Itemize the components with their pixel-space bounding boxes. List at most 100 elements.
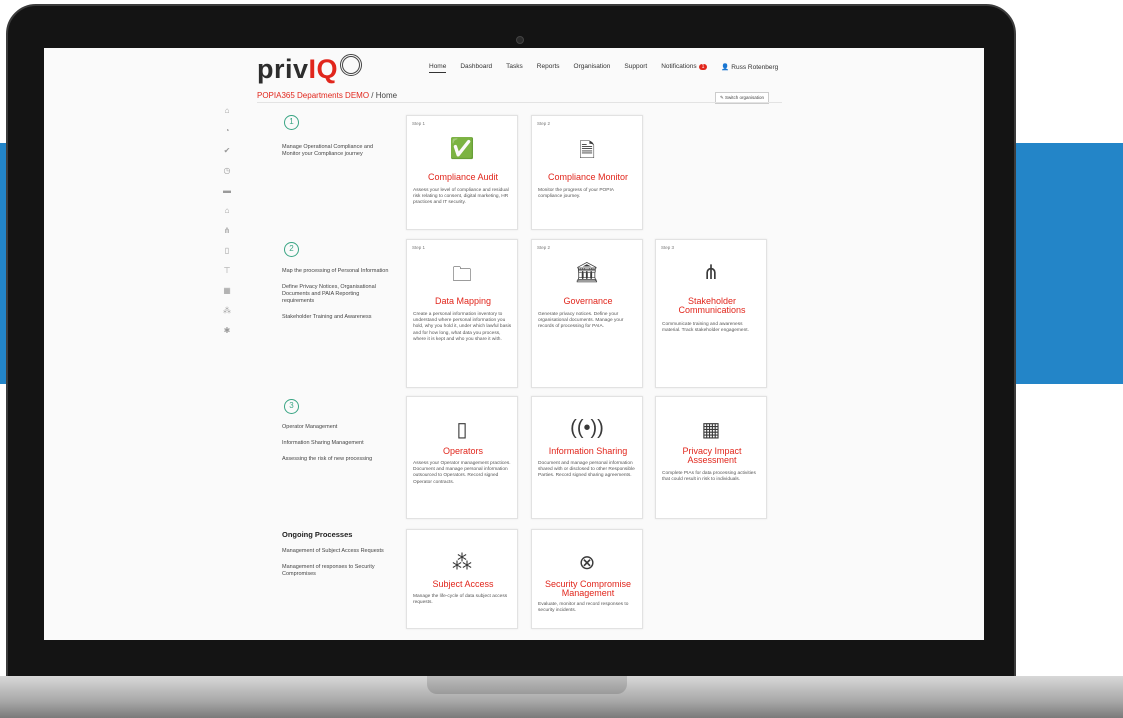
section-1-text: Manage Operational Compliance and Monito… [282, 144, 392, 167]
nav-tasks[interactable]: Tasks [506, 61, 523, 73]
logo-text: priv [257, 54, 309, 84]
broadcast-icon: ((•)) [570, 417, 604, 439]
card-information-sharing[interactable]: ((•)) Information Sharing Document and m… [531, 396, 643, 519]
building-icon[interactable]: ▦ [220, 286, 234, 306]
camera-icon [516, 36, 524, 44]
card-desc: Assess your level of compliance and resi… [413, 188, 509, 206]
sharing-icon[interactable]: ⊤ [220, 266, 234, 286]
breadcrumb-page: Home [375, 91, 398, 100]
nav-dashboard[interactable]: Dashboard [460, 61, 492, 73]
logo-accent: IQ [308, 54, 339, 84]
card-title: Information Sharing [548, 446, 628, 456]
card-desc: Document and manage personal information… [538, 461, 635, 479]
check-circle-icon: ✅ [449, 138, 475, 160]
breadcrumb-org[interactable]: POPIA365 Departments DEMO [257, 91, 369, 100]
card-desc: Create a personal information inventory … [413, 312, 512, 342]
nav-organisation[interactable]: Organisation [574, 61, 611, 73]
operators-icon[interactable]: ▯ [220, 246, 234, 266]
stage: privIQ Home Dashboard Tasks Reports Orga… [0, 0, 1123, 718]
blue-accent-right [1016, 143, 1123, 384]
monitor-shield-icon: 🗎 [578, 140, 596, 162]
card-compliance-audit[interactable]: Step 1 ✅ Compliance Audit Assess your le… [406, 115, 518, 230]
card-desc: Monitor the progress of your POPIA compl… [538, 188, 614, 200]
step-1-circle: 1 [284, 115, 299, 130]
card-desc: Generate privacy notices. Define your or… [538, 312, 624, 330]
nav-reports[interactable]: Reports [537, 61, 560, 73]
card-desc: Manage the life-cycle of data subject ac… [413, 594, 508, 606]
card-title: Data Mapping [434, 296, 492, 306]
ongoing-item: Management of responses to Security Comp… [282, 564, 375, 577]
card-step: Step 2 [537, 121, 551, 126]
card-title: Compliance Monitor [547, 172, 629, 182]
nav-notifications[interactable]: Notifications 1 [661, 61, 708, 73]
card-desc: Assess your Operator management practice… [413, 461, 511, 485]
bank-icon[interactable]: ⌂ [220, 206, 234, 226]
card-desc: Complete PIAs for data processing activi… [662, 471, 756, 483]
ongoing-text: Management of Subject Access Requests Ma… [282, 548, 392, 587]
notification-badge: 1 [698, 64, 708, 70]
section-2-text: Map the processing of Personal Informati… [282, 268, 392, 330]
section-3-item: Information Sharing Management [282, 440, 364, 446]
card-title: Operators [442, 446, 484, 456]
switch-organisation-label: Switch organisation [725, 95, 765, 100]
card-operators[interactable]: ▯ Operators Assess your Operator managem… [406, 396, 518, 519]
header-divider [257, 102, 782, 103]
card-title: Stakeholder Communications [678, 296, 746, 315]
breadcrumb: POPIA365 Departments DEMO / Home [257, 91, 397, 100]
nav-user[interactable]: 👤 Russ Rotenberg [721, 61, 778, 73]
fingerprint-icon [340, 54, 363, 76]
security-icon[interactable]: ✱ [220, 326, 234, 346]
card-step: Step 3 [661, 245, 675, 250]
folder-icon[interactable]: ▬ [220, 186, 234, 206]
card-title: Privacy Impact Assessment [682, 446, 742, 465]
section-3-text: Operator Management Information Sharing … [282, 424, 392, 472]
section-3-item: Operator Management [282, 424, 338, 430]
card-title: Subject Access [432, 579, 494, 589]
card-step: Step 2 [537, 245, 551, 250]
section-3-item: Assessing the risk of new processing [282, 456, 373, 462]
users-icon[interactable]: ⁂ [220, 306, 234, 326]
card-title: Governance [563, 296, 613, 306]
building-icon: ▦ [701, 419, 721, 441]
card-privacy-impact-assessment[interactable]: ▦ Privacy Impact Assessment Complete PIA… [655, 396, 767, 519]
card-step: Step 1 [412, 245, 426, 250]
bank-icon: 🏛 [574, 262, 600, 284]
hierarchy-icon: ⋔ [702, 262, 720, 284]
step-2-circle: 2 [284, 242, 299, 257]
card-security-compromise[interactable]: ⊗ Security Compromise Management Evaluat… [531, 529, 643, 629]
nav-home[interactable]: Home [429, 61, 447, 73]
ongoing-processes-title: Ongoing Processes [282, 530, 353, 539]
card-desc: Communicate training and awareness mater… [662, 322, 749, 334]
laptop-notch [427, 676, 627, 694]
app-screen: privIQ Home Dashboard Tasks Reports Orga… [44, 48, 984, 640]
card-desc: Evaluate, monitor and record responses t… [538, 602, 629, 614]
section-2-item: Define Privacy Notices, Organisational D… [282, 284, 376, 304]
breadcrumb-sep: / [371, 91, 374, 100]
folder-network-icon: 🗀 [452, 264, 472, 286]
card-compliance-monitor[interactable]: Step 2 🗎 Compliance Monitor Monitor the … [531, 115, 643, 230]
card-data-mapping[interactable]: Step 1 🗀 Data Mapping Create a personal … [406, 239, 518, 388]
card-step: Step 1 [412, 121, 426, 126]
hierarchy-icon[interactable]: ⋔ [220, 226, 234, 246]
tablet-hand-icon: ▯ [456, 419, 468, 441]
section-2-item: Map the processing of Personal Informati… [282, 268, 389, 274]
section-1-item: Manage Operational Compliance and Monito… [282, 144, 374, 157]
check-icon[interactable]: ✔ [220, 146, 234, 166]
nav-support[interactable]: Support [624, 61, 647, 73]
step-3-circle: 3 [284, 399, 299, 414]
card-title: Security Compromise Management [544, 579, 632, 598]
home-icon[interactable]: ⌂ [220, 106, 234, 126]
dashboard-icon[interactable]: ◔ [220, 126, 234, 146]
logo[interactable]: privIQ [257, 54, 363, 85]
top-nav: Home Dashboard Tasks Reports Organisatio… [429, 61, 778, 73]
monitor-icon[interactable]: ◷ [220, 166, 234, 186]
section-2-item: Stakeholder Training and Awareness [282, 314, 372, 320]
card-stakeholder-communications[interactable]: Step 3 ⋔ Stakeholder Communications Comm… [655, 239, 767, 388]
user-name: Russ Rotenberg [731, 64, 779, 71]
card-subject-access[interactable]: ⁂ Subject Access Manage the life-cycle o… [406, 529, 518, 629]
users-check-icon: ⁂ [452, 552, 472, 574]
card-title: Compliance Audit [427, 172, 499, 182]
nav-notifications-label: Notifications [661, 63, 697, 70]
ongoing-item: Management of Subject Access Requests [282, 548, 384, 554]
card-governance[interactable]: Step 2 🏛 Governance Generate privacy not… [531, 239, 643, 388]
